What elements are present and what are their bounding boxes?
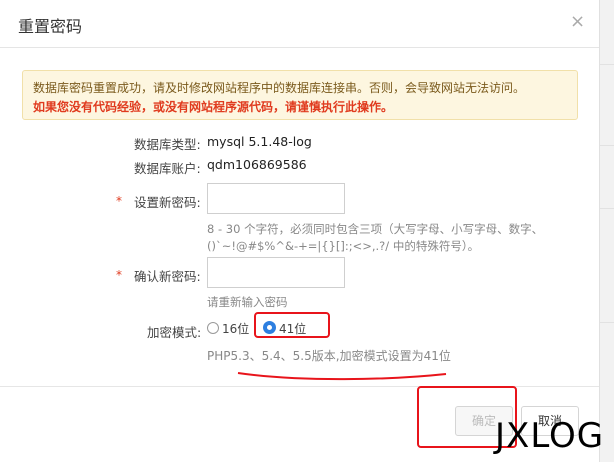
- watermark: JXLOG: [495, 416, 605, 456]
- reset-password-dialog: 重置密码 × 数据库密码重置成功，请及时修改网站程序中的数据库连接串。否则，会导…: [0, 0, 599, 462]
- background-page-edge: [599, 0, 614, 462]
